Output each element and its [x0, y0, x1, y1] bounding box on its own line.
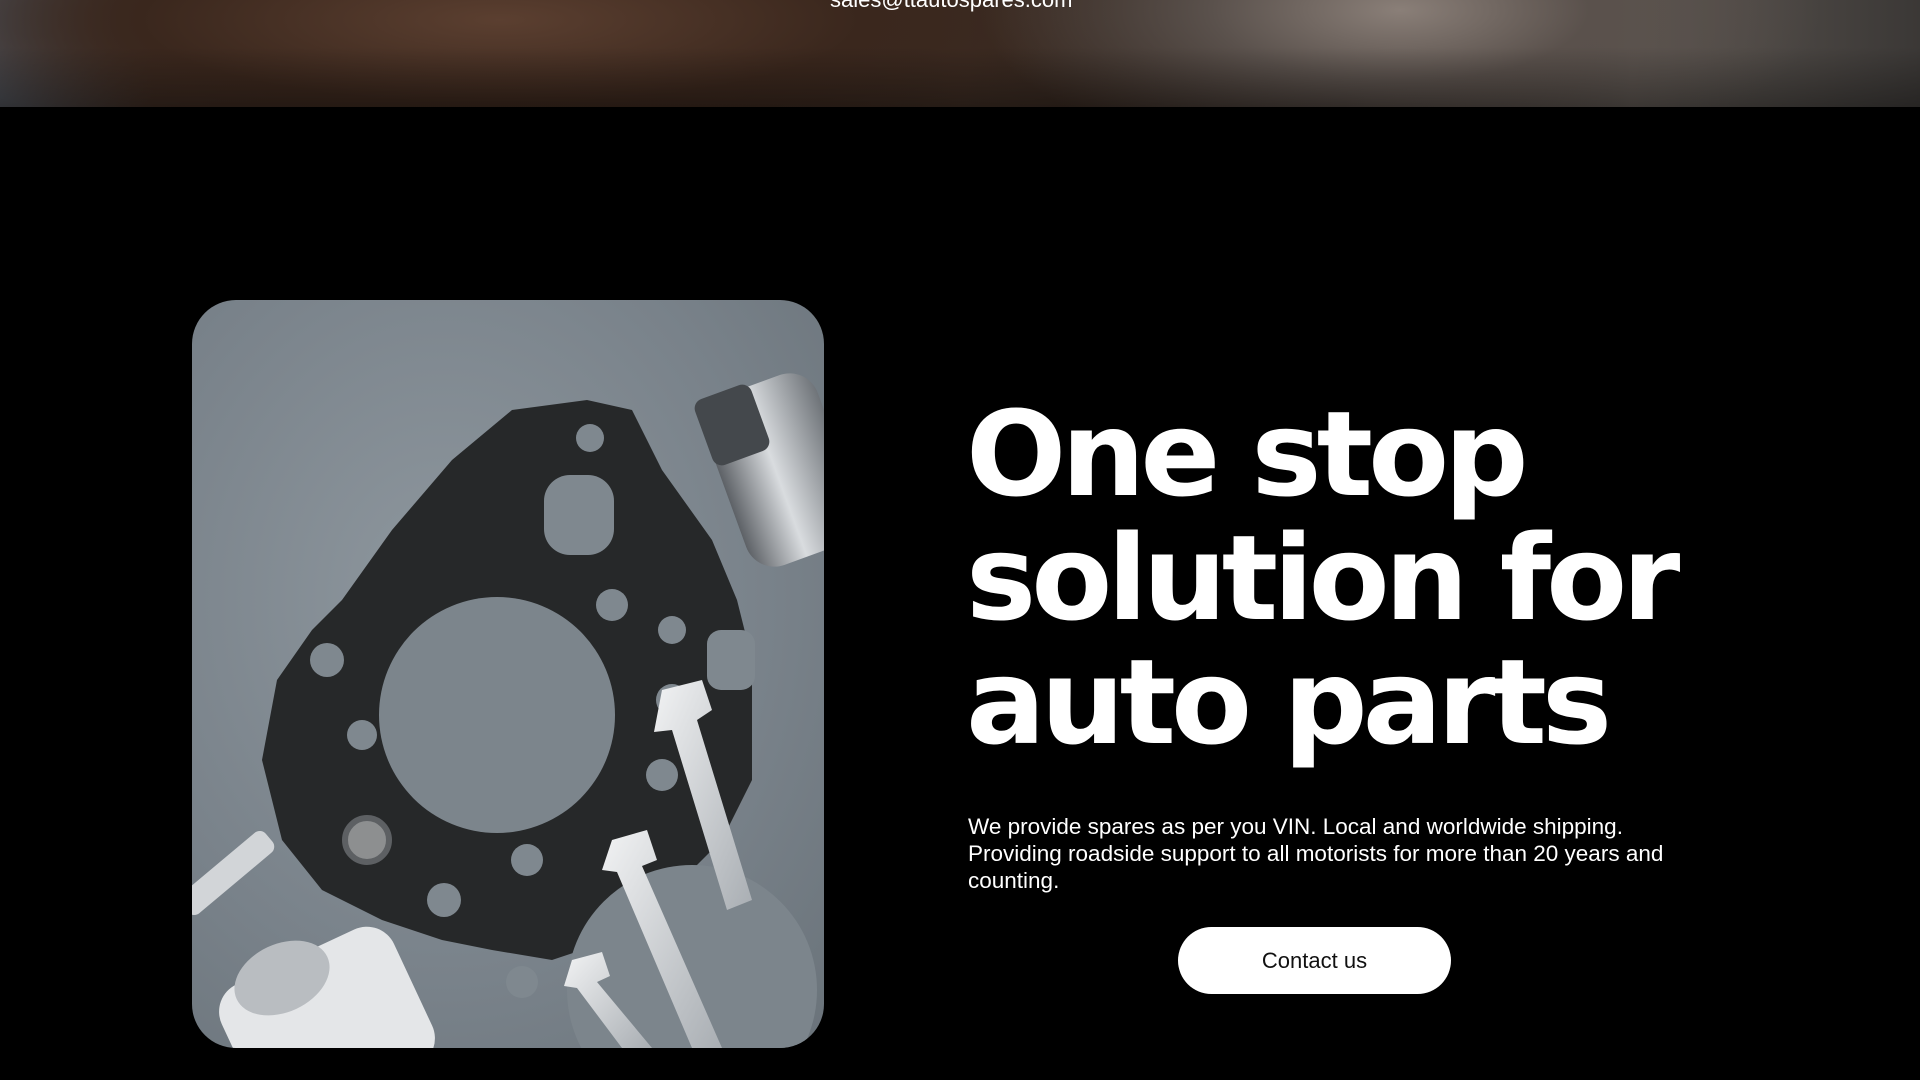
- banner-email-link[interactable]: sales@ttautospares.com: [830, 0, 1072, 14]
- spark-plug-shape: [192, 830, 275, 916]
- hero-description: We provide spares as per you VIN. Local …: [968, 814, 1664, 893]
- contact-us-button[interactable]: Contact us: [1178, 927, 1451, 994]
- oil-filter-shape: [219, 926, 435, 1048]
- page-headline: One stop solution for auto parts: [966, 385, 1680, 771]
- top-banner-image: sales@ttautospares.com: [0, 0, 1920, 107]
- auto-parts-photo: [192, 300, 824, 1048]
